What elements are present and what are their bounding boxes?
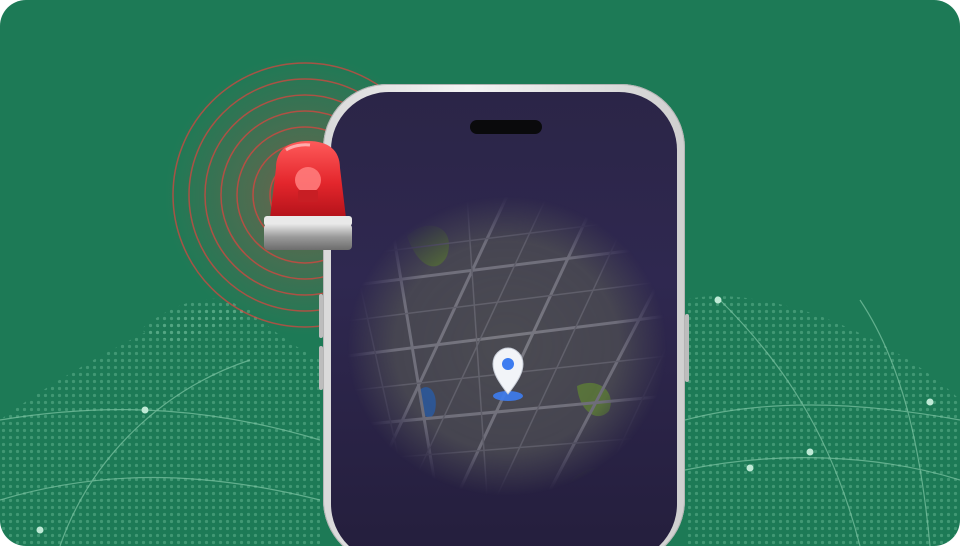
location-pin-icon bbox=[492, 347, 524, 401]
phone-screen bbox=[331, 92, 677, 546]
power-button bbox=[685, 314, 689, 382]
street-map bbox=[347, 196, 667, 496]
volume-button bbox=[319, 346, 323, 390]
hero-card bbox=[0, 0, 960, 546]
dynamic-island bbox=[470, 120, 542, 134]
phone-icon bbox=[319, 84, 689, 546]
volume-button bbox=[319, 294, 323, 338]
